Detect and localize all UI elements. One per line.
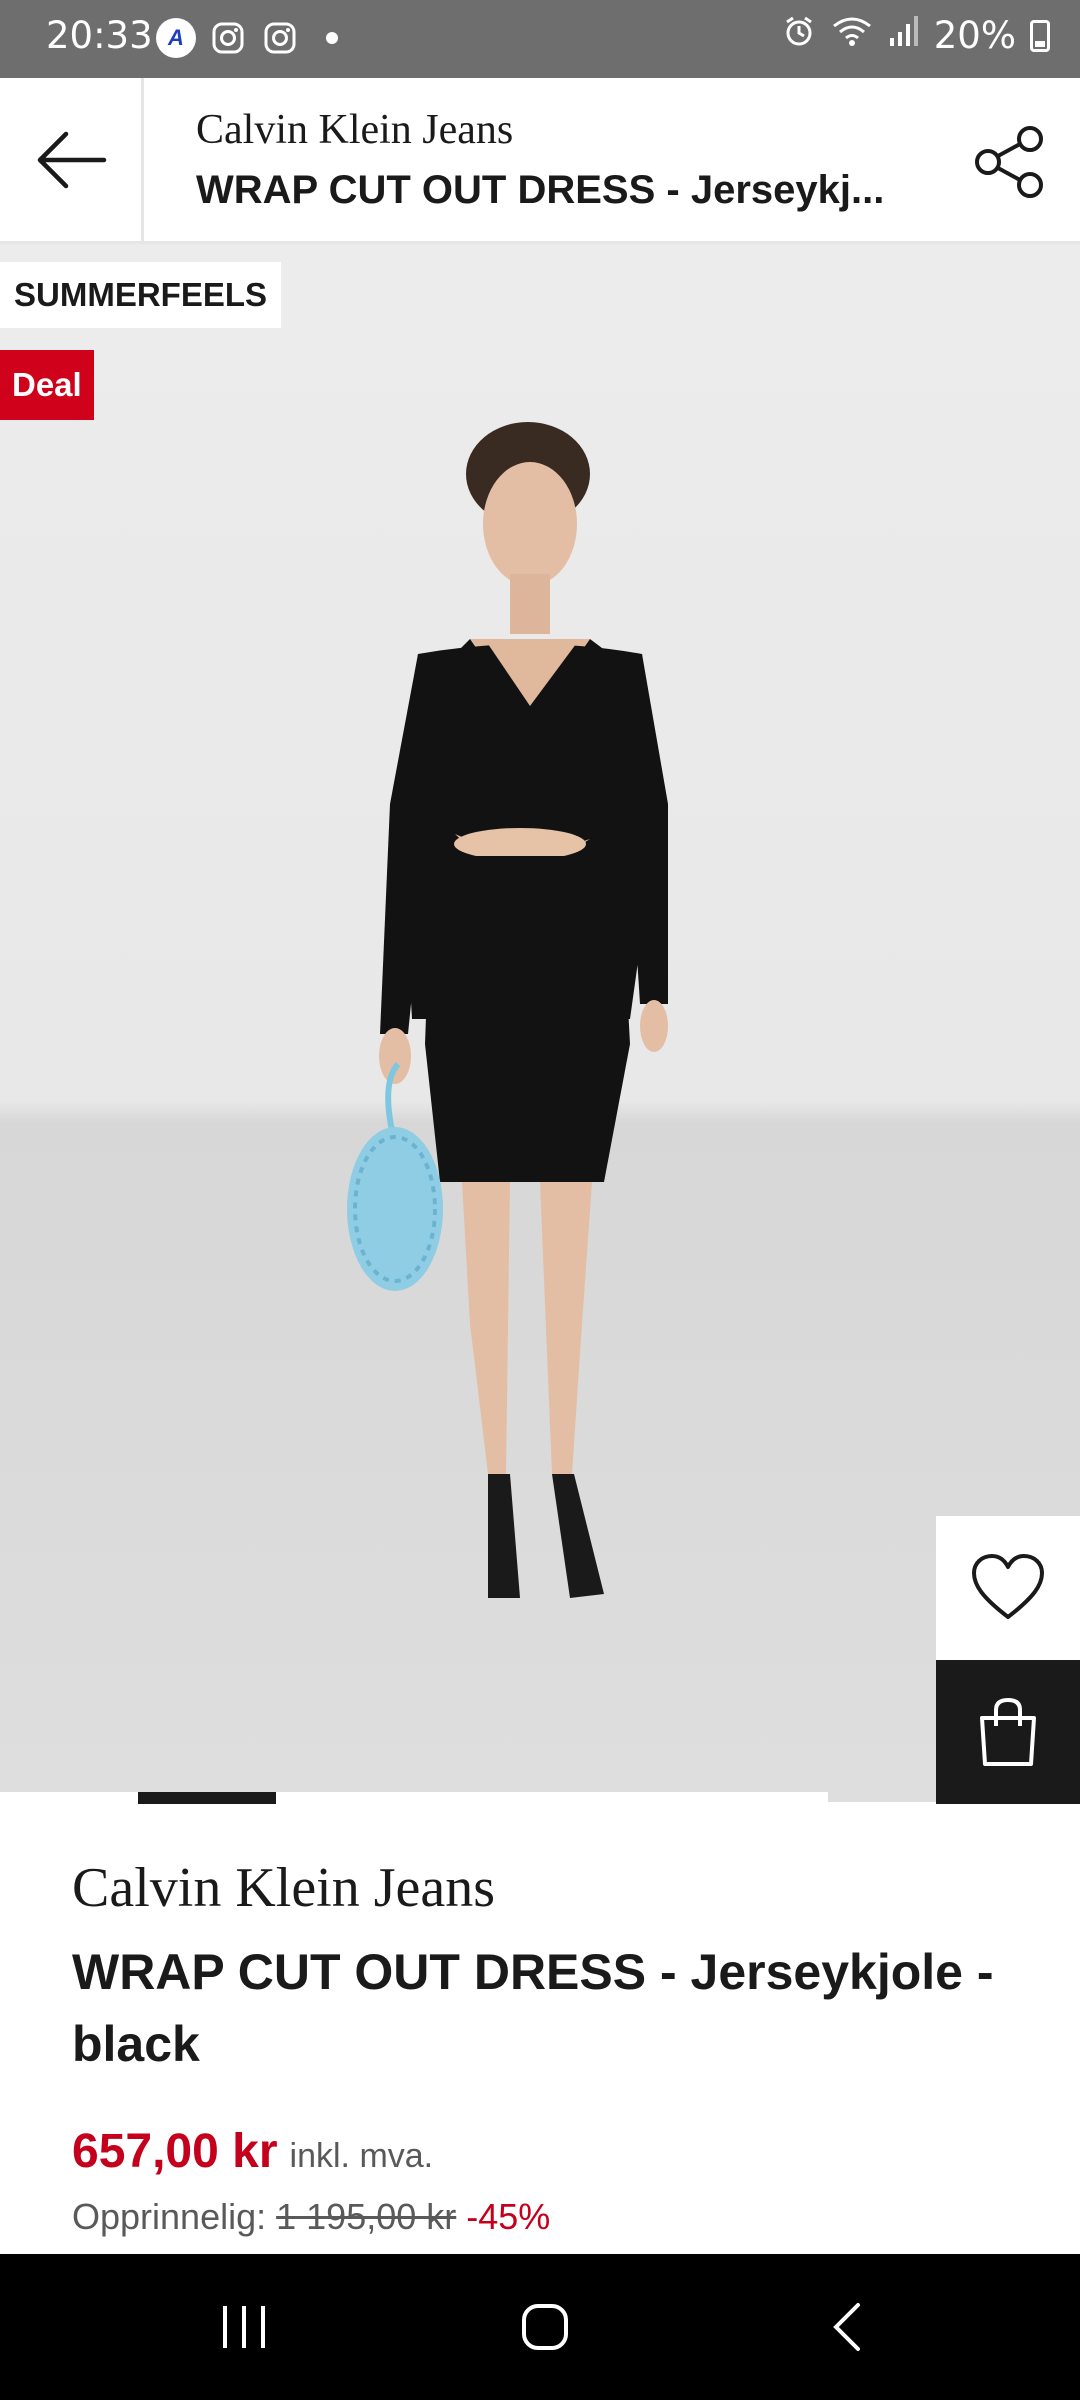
battery-percent: 20% xyxy=(933,14,1016,57)
share-icon xyxy=(975,126,1043,198)
instagram-icon xyxy=(208,18,248,58)
chevron-left-icon xyxy=(833,2303,860,2351)
add-to-bag-button[interactable] xyxy=(936,1660,1080,1804)
wifi-icon xyxy=(830,14,874,57)
product-brand[interactable]: Calvin Klein Jeans xyxy=(72,1856,495,1920)
app-a-icon: A xyxy=(156,18,196,58)
battery-icon xyxy=(1030,19,1050,52)
price-row: 657,00 kr inkl. mva. xyxy=(72,2124,433,2179)
status-right: 20% xyxy=(782,14,1050,57)
header-brand: Calvin Klein Jeans xyxy=(196,107,514,153)
original-price-label: Opprinnelig: xyxy=(72,2196,267,2237)
product-image-carousel[interactable]: SUMMERFEELS Deal xyxy=(0,244,1080,1802)
home-button[interactable] xyxy=(485,2254,605,2400)
original-price: 1 195,00 kr xyxy=(276,2196,457,2237)
heart-icon xyxy=(972,1554,1044,1619)
signal-icon xyxy=(888,14,920,57)
status-time: 20:33 xyxy=(46,14,153,57)
header-title: WRAP CUT OUT DRESS - Jerseykj... xyxy=(196,168,885,212)
instagram-icon xyxy=(260,18,300,58)
system-navigation-bar xyxy=(0,2254,1080,2400)
carousel-indicator-active xyxy=(138,1792,276,1804)
share-button[interactable] xyxy=(970,122,1050,202)
more-notifications-dot xyxy=(326,32,338,44)
price-vat-note: inkl. mva. xyxy=(289,2137,434,2175)
promo-badge: SUMMERFEELS xyxy=(0,262,282,328)
nav-back-button[interactable] xyxy=(786,2254,906,2400)
top-app-bar: Calvin Klein Jeans WRAP CUT OUT DRESS - … xyxy=(0,78,1080,244)
notification-icons: A xyxy=(156,18,338,58)
product-photo xyxy=(347,422,668,1598)
home-icon xyxy=(522,2304,568,2350)
recent-apps-icon xyxy=(223,2306,265,2348)
back-button[interactable] xyxy=(0,78,144,241)
arrow-left-icon xyxy=(37,131,106,188)
carousel-indicator-track xyxy=(0,1792,828,1804)
recent-apps-button[interactable] xyxy=(184,2254,304,2400)
alarm-icon xyxy=(782,14,816,57)
product-name: WRAP CUT OUT DRESS - Jerseykjole - black xyxy=(72,1944,994,2072)
shopping-bag-icon xyxy=(980,1697,1036,1766)
original-price-row: Opprinnelig: 1 195,00 kr -45% xyxy=(72,2196,550,2238)
status-bar: 20:33 A 20% xyxy=(0,0,1080,78)
deal-badge: Deal xyxy=(0,350,94,420)
discount-percent: -45% xyxy=(466,2196,551,2237)
add-to-wishlist-button[interactable] xyxy=(936,1516,1080,1660)
current-price: 657,00 kr xyxy=(72,2125,278,2178)
